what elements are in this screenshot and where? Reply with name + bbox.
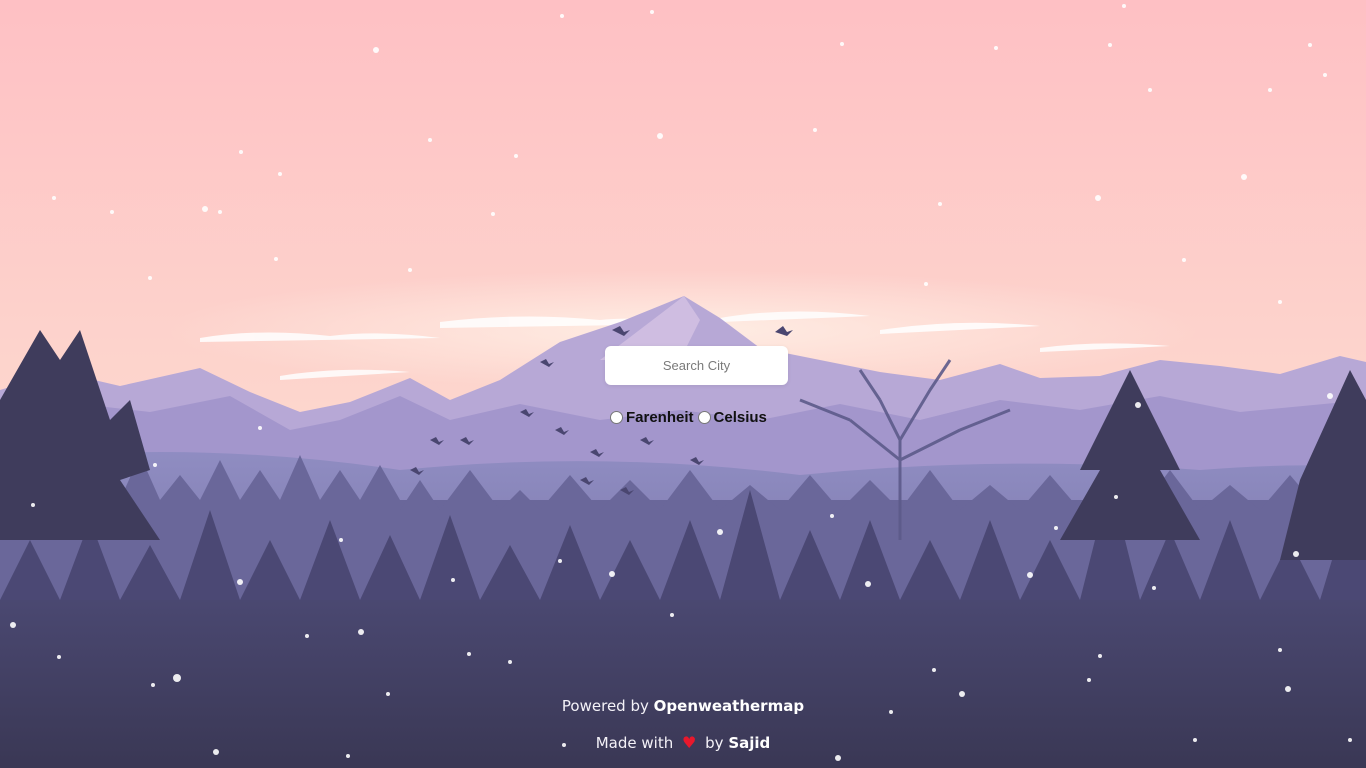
farenheit-option[interactable]: Farenheit (610, 409, 694, 426)
celsius-radio[interactable] (697, 410, 711, 424)
farenheit-label: Farenheit (626, 408, 694, 426)
powered-by-footer: Powered by Openweathermap (0, 697, 1366, 715)
heart-icon: ♥ (682, 733, 697, 752)
unit-selector: Farenheit Celsius (610, 407, 771, 427)
powered-by-text: Powered by (561, 697, 649, 715)
made-with-footer: Made with ♥ by Sajid (0, 733, 1366, 752)
by-text: by (705, 734, 724, 752)
author-link[interactable]: Sajid (728, 734, 770, 752)
city-search-input[interactable] (605, 346, 788, 385)
farenheit-radio[interactable] (610, 410, 623, 424)
celsius-label: Celsius (713, 408, 767, 426)
search-container (605, 346, 788, 385)
openweathermap-link[interactable]: Openweathermap (654, 697, 804, 715)
made-with-text: Made with (595, 734, 674, 752)
celsius-option[interactable]: Celsius (697, 408, 767, 426)
